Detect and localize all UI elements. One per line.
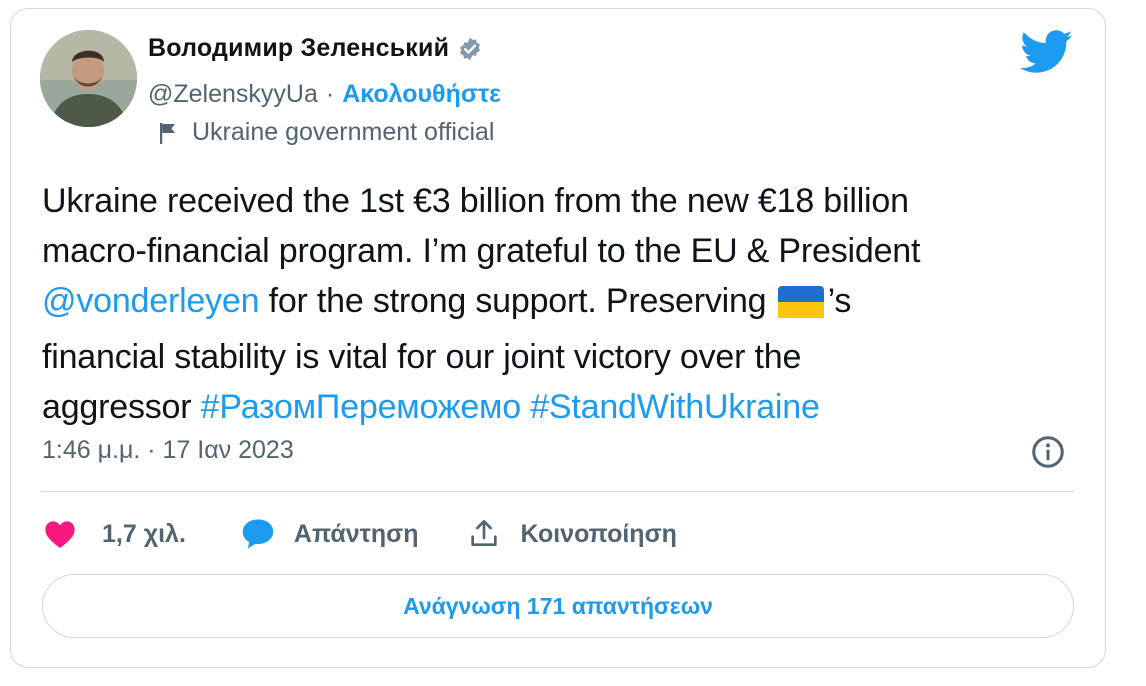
account-label: Ukraine government official [158, 118, 494, 147]
separator-dot: · [325, 80, 335, 108]
follow-button[interactable]: Ακολουθήστε [342, 80, 501, 109]
twitter-bird-icon[interactable] [1019, 30, 1074, 79]
read-replies-label: Ανάγνωση 171 απαντήσεων [403, 592, 713, 619]
tweet-line: @vonderleyen for the strong support. Pre… [42, 276, 1082, 332]
author-name-row: Володимир Зеленський [148, 34, 483, 63]
tweet-line: macro-financial program. I’m grateful to… [42, 232, 921, 270]
reply-button[interactable]: Απάντηση [240, 518, 419, 550]
read-replies-button[interactable]: Ανάγνωση 171 απαντήσεων [42, 574, 1074, 638]
share-label: Κοινοποίηση [520, 519, 677, 548]
hashtag-link[interactable]: #StandWithUkraine [530, 388, 820, 426]
avatar[interactable] [40, 30, 137, 127]
tweet-fragment: for the strong support. Preserving [259, 282, 776, 320]
tweet-line: aggressor #РазомПереможемо #StandWithUkr… [42, 382, 1082, 432]
tweet-fragment: ’s [827, 282, 852, 320]
display-name[interactable]: Володимир Зеленський [148, 34, 449, 63]
handle[interactable]: @ZelenskyyUa [148, 80, 318, 109]
info-icon[interactable] [1030, 434, 1066, 475]
flag-icon [158, 121, 178, 145]
action-bar: 1,7 χιλ. Απάντηση Κοινοποίηση [44, 514, 677, 554]
timestamp[interactable]: 1:46 μ.μ. · 17 Ιαν 2023 [42, 436, 294, 465]
tweet-line: Ukraine received the 1st €3 billion from… [42, 182, 909, 220]
heart-icon [44, 519, 76, 549]
share-button[interactable]: Κοινοποίηση [468, 518, 677, 550]
like-count: 1,7 χιλ. [102, 519, 186, 548]
reply-label: Απάντηση [293, 519, 419, 548]
tweet-fragment: aggressor [42, 388, 201, 426]
ukraine-flag-emoji [777, 282, 824, 332]
reply-bubble-icon [240, 518, 276, 550]
divider [40, 491, 1074, 492]
share-icon [468, 518, 500, 550]
like-button[interactable]: 1,7 χιλ. [44, 519, 186, 549]
account-label-text: Ukraine government official [192, 118, 495, 146]
mention-link[interactable]: @vonderleyen [42, 282, 260, 320]
tweet-text: Ukraine received the 1st €3 billion from… [42, 176, 1082, 432]
tweet-line: financial stability is vital for our joi… [42, 338, 802, 376]
handle-row: @ZelenskyyUa · Ακολουθήστε [148, 80, 501, 109]
hashtag-link[interactable]: #РазомПереможемо [201, 388, 521, 426]
verified-badge-icon [457, 36, 483, 62]
